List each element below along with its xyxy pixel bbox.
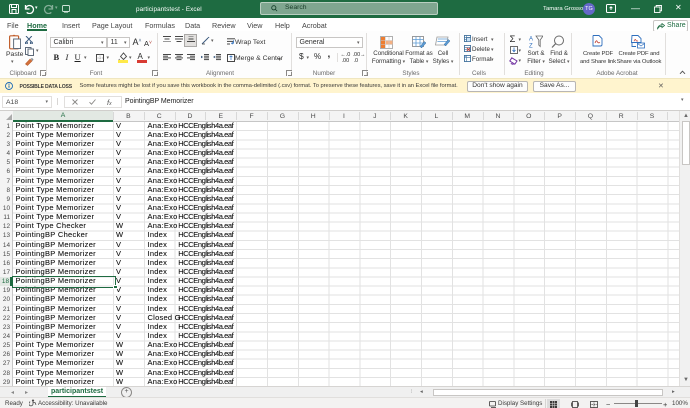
svg-text:Z: Z bbox=[529, 43, 533, 48]
svg-text:A: A bbox=[529, 36, 533, 42]
